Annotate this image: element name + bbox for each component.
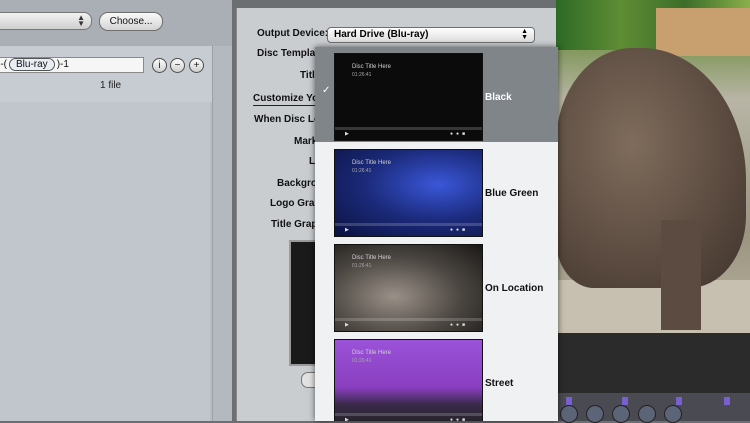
plus-icon: + bbox=[193, 60, 200, 71]
add-button[interactable]: + bbox=[189, 58, 204, 73]
template-thumbnail-street: Disc Title Here 01:26:41 ▶ ●●■ bbox=[334, 339, 483, 421]
template-thumbnail-black: Disc Title Here 01:26:41 ▶ ●●■ bbox=[334, 53, 483, 141]
template-label: Black bbox=[485, 92, 512, 103]
thumb-progress-bar bbox=[335, 318, 482, 321]
template-item-on-location[interactable]: Disc Title Here 01:26:41 ▶ ●●■ On Locati… bbox=[315, 238, 558, 333]
section-divider bbox=[253, 105, 321, 106]
template-item-blue-green[interactable]: Disc Title Here 01:26:41 ▶ ●●■ Blue Gree… bbox=[315, 143, 558, 238]
thumb-title: Disc Title Here bbox=[352, 255, 392, 261]
video-wall bbox=[656, 8, 750, 56]
remove-button[interactable]: − bbox=[170, 58, 185, 73]
popup-arrows-icon: ▲ ▼ bbox=[521, 28, 528, 41]
thumb-progress-bar bbox=[335, 127, 482, 130]
step-back-button[interactable] bbox=[586, 405, 604, 423]
thumb-time: 01:26:41 bbox=[352, 168, 372, 174]
popup-arrows-icon: ▲ ▼ bbox=[77, 13, 85, 28]
choose-button[interactable]: Choose... bbox=[99, 12, 163, 31]
timeline-marker[interactable] bbox=[724, 397, 730, 405]
checkmark-icon: ✓ bbox=[322, 85, 331, 96]
thumb-title: Disc Title Here bbox=[352, 350, 392, 356]
template-thumbnail-blue-green: Disc Title Here 01:26:41 ▶ ●●■ bbox=[334, 149, 483, 237]
name-token[interactable]: Blu-ray bbox=[9, 58, 55, 71]
title-graphic-label: Title Grap bbox=[271, 219, 318, 230]
output-device-popup[interactable]: Hard Drive (Blu-ray) ▲ ▼ bbox=[327, 27, 535, 43]
video-elephant-leg bbox=[661, 220, 701, 330]
play-button[interactable] bbox=[612, 405, 630, 423]
thumb-controls-icon: ●●■ bbox=[449, 131, 468, 137]
job-list-area bbox=[0, 102, 210, 421]
output-device-value: Hard Drive (Blu-ray) bbox=[334, 29, 429, 40]
file-name-row: )-(Blu-ray)-1 i − + 1 file bbox=[0, 46, 212, 102]
minus-icon: − bbox=[174, 60, 181, 71]
thumb-controls-icon: ●●■ bbox=[449, 227, 468, 233]
template-label: On Location bbox=[485, 283, 544, 294]
timeline-marker[interactable] bbox=[566, 397, 572, 405]
thumb-play-icon: ▶ bbox=[345, 227, 349, 233]
rewind-button[interactable] bbox=[560, 405, 578, 423]
thumb-title: Disc Title Here bbox=[352, 160, 392, 166]
thumb-play-icon: ▶ bbox=[345, 131, 349, 137]
thumb-play-icon: ▶ bbox=[345, 322, 349, 328]
step-forward-button[interactable] bbox=[638, 405, 656, 423]
file-name-field[interactable]: )-(Blu-ray)-1 bbox=[0, 57, 144, 73]
scrollbar[interactable] bbox=[212, 46, 232, 421]
thumb-time: 01:26:41 bbox=[352, 263, 372, 269]
video-elephant bbox=[556, 48, 746, 288]
template-item-black[interactable]: ✓ Disc Title Here 01:26:41 ▶ ●●■ Black bbox=[315, 47, 558, 142]
timeline-marker[interactable] bbox=[676, 397, 682, 405]
disc-template-label: Disc Template bbox=[257, 48, 325, 59]
thumb-controls-icon: ●●■ bbox=[449, 322, 468, 328]
video-preview bbox=[556, 0, 750, 333]
name-suffix: )-1 bbox=[56, 59, 69, 70]
thumb-title: Disc Title Here bbox=[352, 64, 392, 70]
template-item-street[interactable]: Disc Title Here 01:26:41 ▶ ●●■ Street bbox=[315, 333, 558, 421]
thumb-controls-icon: ●●■ bbox=[449, 417, 468, 421]
file-count: 1 file bbox=[100, 80, 122, 91]
thumb-progress-bar bbox=[335, 413, 482, 416]
thumb-play-icon: ▶ bbox=[345, 417, 349, 421]
viewer-lower-area bbox=[556, 333, 750, 393]
location-popup[interactable]: ▲ ▼ bbox=[0, 12, 92, 30]
forward-button[interactable] bbox=[664, 405, 682, 423]
output-device-label: Output Device: bbox=[257, 28, 329, 39]
timeline-marker[interactable] bbox=[622, 397, 628, 405]
batch-list-panel: ▲▼ Choose... )-(Blu-ray)-1 i − + 1 file bbox=[0, 0, 232, 421]
template-thumbnail-on-location: Disc Title Here 01:26:41 ▶ ●●■ bbox=[334, 244, 483, 332]
timeline-bar[interactable] bbox=[556, 393, 750, 423]
template-label: Blue Green bbox=[485, 188, 539, 199]
template-label: Street bbox=[485, 378, 514, 389]
logo-graphic-label: Logo Grap bbox=[270, 198, 321, 209]
when-disc-loads-label: When Disc Lo bbox=[254, 114, 321, 125]
thumb-time: 01:26:41 bbox=[352, 72, 372, 78]
info-button[interactable]: i bbox=[152, 58, 167, 73]
info-icon: i bbox=[158, 60, 161, 71]
thumb-time: 01:26:41 bbox=[352, 358, 372, 364]
markers-label: Mark bbox=[294, 136, 318, 147]
name-prefix: )-( bbox=[0, 59, 7, 70]
customize-label: Customize Yo bbox=[253, 93, 319, 104]
disc-template-menu[interactable]: ✓ Disc Title Here 01:26:41 ▶ ●●■ Black D… bbox=[315, 47, 558, 421]
thumb-progress-bar bbox=[335, 223, 482, 226]
